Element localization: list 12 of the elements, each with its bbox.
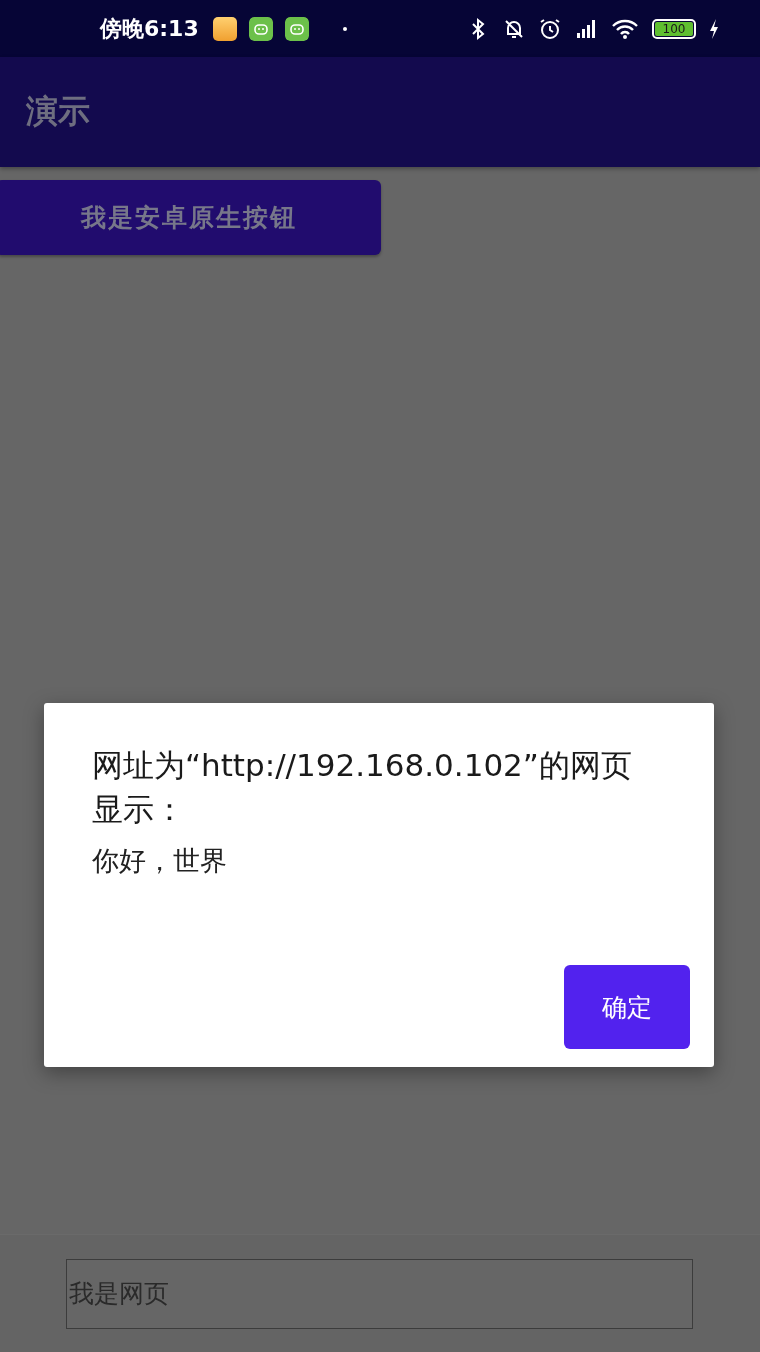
native-button[interactable]: 我是安卓原生按钮 bbox=[0, 180, 381, 255]
clock: 傍晚6:13 bbox=[100, 14, 199, 43]
dialog-title: 网址为“http://192.168.0.102”的网页显示： bbox=[92, 746, 633, 829]
ok-button[interactable]: 确定 bbox=[564, 965, 690, 1049]
input-field[interactable]: 我是网页 bbox=[66, 1258, 693, 1329]
robot-icon bbox=[284, 16, 309, 41]
alarm-icon bbox=[538, 16, 562, 41]
app-title: 演示 bbox=[26, 91, 90, 132]
notification-dot bbox=[342, 26, 347, 31]
battery-icon: 100 bbox=[652, 18, 696, 39]
robot-icon bbox=[248, 16, 273, 41]
dialog-message: 你好，世界 bbox=[92, 844, 228, 878]
